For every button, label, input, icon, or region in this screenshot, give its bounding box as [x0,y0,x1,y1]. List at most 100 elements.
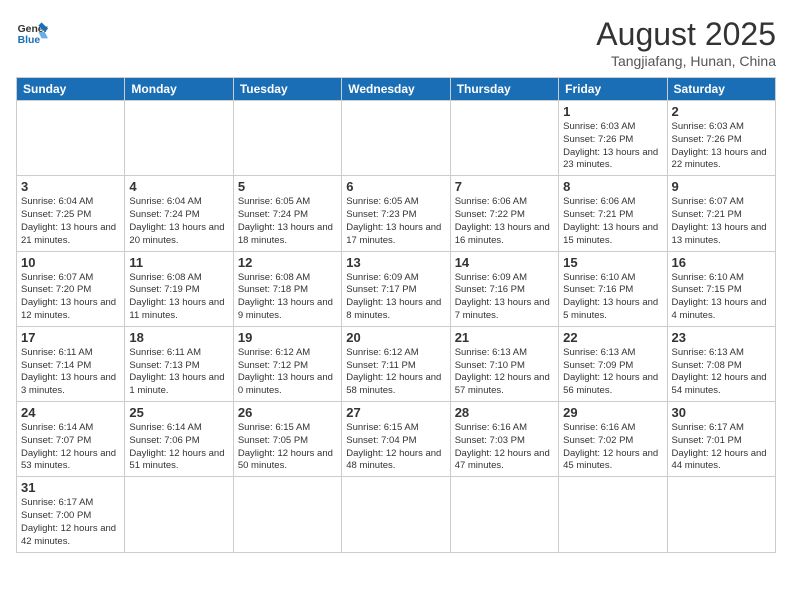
logo-icon: General Blue [16,16,48,48]
day-info: Sunrise: 6:09 AM Sunset: 7:16 PM Dayligh… [455,272,554,323]
calendar-cell-1-2: 5 Sunrise: 6:05 AM Sunset: 7:24 PM Daylig… [233,176,341,251]
day-info: Sunrise: 6:07 AM Sunset: 7:21 PM Dayligh… [672,196,771,247]
day-info: Sunrise: 6:17 AM Sunset: 7:01 PM Dayligh… [672,422,771,473]
calendar-cell-4-1: 25 Sunrise: 6:14 AM Sunset: 7:06 PM Dayli… [125,402,233,477]
calendar-cell-4-6: 30 Sunrise: 6:17 AM Sunset: 7:01 PM Dayli… [667,402,775,477]
day-number: 10 [21,255,120,270]
calendar-cell-2-4: 14 Sunrise: 6:09 AM Sunset: 7:16 PM Dayli… [450,251,558,326]
day-number: 21 [455,330,554,345]
calendar-week-row-0: 1 Sunrise: 6:03 AM Sunset: 7:26 PM Daylig… [17,101,776,176]
day-info: Sunrise: 6:13 AM Sunset: 7:09 PM Dayligh… [563,347,662,398]
weekday-header-thursday: Thursday [450,78,558,101]
weekday-header-tuesday: Tuesday [233,78,341,101]
day-number: 12 [238,255,337,270]
day-info: Sunrise: 6:08 AM Sunset: 7:18 PM Dayligh… [238,272,337,323]
calendar-cell-0-3 [342,101,450,176]
weekday-header-wednesday: Wednesday [342,78,450,101]
day-number: 4 [129,179,228,194]
day-number: 14 [455,255,554,270]
day-number: 20 [346,330,445,345]
day-info: Sunrise: 6:16 AM Sunset: 7:03 PM Dayligh… [455,422,554,473]
day-info: Sunrise: 6:14 AM Sunset: 7:07 PM Dayligh… [21,422,120,473]
calendar-cell-1-5: 8 Sunrise: 6:06 AM Sunset: 7:21 PM Daylig… [559,176,667,251]
day-number: 30 [672,405,771,420]
calendar-cell-0-5: 1Sunrise: 6:03 AM Sunset: 7:26 PM Daylig… [559,101,667,176]
calendar-cell-4-2: 26Sunrise: 6:15 AM Sunset: 7:05 PM Dayli… [233,402,341,477]
day-number: 25 [129,405,228,420]
day-info: Sunrise: 6:15 AM Sunset: 7:04 PM Dayligh… [346,422,445,473]
calendar-cell-2-6: 16Sunrise: 6:10 AM Sunset: 7:15 PM Dayli… [667,251,775,326]
calendar-cell-3-5: 22 Sunrise: 6:13 AM Sunset: 7:09 PM Dayli… [559,326,667,401]
day-number: 28 [455,405,554,420]
day-info: Sunrise: 6:15 AM Sunset: 7:05 PM Dayligh… [238,422,337,473]
day-number: 6 [346,179,445,194]
day-number: 1 [563,104,662,119]
day-info: Sunrise: 6:03 AM Sunset: 7:26 PM Dayligh… [672,121,771,172]
location-subtitle: Tangjiafang, Hunan, China [596,53,776,69]
title-block: August 2025 Tangjiafang, Hunan, China [596,16,776,69]
calendar-cell-0-1 [125,101,233,176]
calendar-cell-3-3: 20 Sunrise: 6:12 AM Sunset: 7:11 PM Dayli… [342,326,450,401]
calendar-cell-5-6 [667,477,775,552]
day-number: 22 [563,330,662,345]
header-area: General Blue August 2025 Tangjiafang, Hu… [16,16,776,69]
day-info: Sunrise: 6:12 AM Sunset: 7:11 PM Dayligh… [346,347,445,398]
day-info: Sunrise: 6:05 AM Sunset: 7:24 PM Dayligh… [238,196,337,247]
calendar-cell-5-5 [559,477,667,552]
day-info: Sunrise: 6:11 AM Sunset: 7:14 PM Dayligh… [21,347,120,398]
calendar-week-row-2: 10 Sunrise: 6:07 AM Sunset: 7:20 PM Dayli… [17,251,776,326]
day-info: Sunrise: 6:06 AM Sunset: 7:22 PM Dayligh… [455,196,554,247]
calendar-cell-5-2 [233,477,341,552]
calendar-cell-2-0: 10 Sunrise: 6:07 AM Sunset: 7:20 PM Dayli… [17,251,125,326]
calendar-cell-0-6: 2 Sunrise: 6:03 AM Sunset: 7:26 PM Daylig… [667,101,775,176]
calendar-cell-0-2 [233,101,341,176]
calendar-week-row-4: 24Sunrise: 6:14 AM Sunset: 7:07 PM Dayli… [17,402,776,477]
day-info: Sunrise: 6:08 AM Sunset: 7:19 PM Dayligh… [129,272,228,323]
calendar-week-row-1: 3Sunrise: 6:04 AM Sunset: 7:25 PM Daylig… [17,176,776,251]
calendar-cell-4-0: 24Sunrise: 6:14 AM Sunset: 7:07 PM Dayli… [17,402,125,477]
day-info: Sunrise: 6:17 AM Sunset: 7:00 PM Dayligh… [21,497,120,548]
day-number: 7 [455,179,554,194]
day-info: Sunrise: 6:06 AM Sunset: 7:21 PM Dayligh… [563,196,662,247]
calendar-cell-2-3: 13Sunrise: 6:09 AM Sunset: 7:17 PM Dayli… [342,251,450,326]
calendar-cell-5-1 [125,477,233,552]
svg-text:Blue: Blue [18,35,41,46]
day-info: Sunrise: 6:13 AM Sunset: 7:10 PM Dayligh… [455,347,554,398]
day-number: 27 [346,405,445,420]
day-number: 9 [672,179,771,194]
day-number: 31 [21,480,120,495]
calendar-cell-0-4 [450,101,558,176]
calendar-cell-4-3: 27 Sunrise: 6:15 AM Sunset: 7:04 PM Dayli… [342,402,450,477]
day-number: 29 [563,405,662,420]
calendar-cell-2-5: 15Sunrise: 6:10 AM Sunset: 7:16 PM Dayli… [559,251,667,326]
day-info: Sunrise: 6:07 AM Sunset: 7:20 PM Dayligh… [21,272,120,323]
page: General Blue August 2025 Tangjiafang, Hu… [0,0,792,612]
day-number: 23 [672,330,771,345]
day-number: 2 [672,104,771,119]
calendar-week-row-5: 31 Sunrise: 6:17 AM Sunset: 7:00 PM Dayli… [17,477,776,552]
day-info: Sunrise: 6:14 AM Sunset: 7:06 PM Dayligh… [129,422,228,473]
weekday-header-saturday: Saturday [667,78,775,101]
day-info: Sunrise: 6:13 AM Sunset: 7:08 PM Dayligh… [672,347,771,398]
day-number: 5 [238,179,337,194]
day-info: Sunrise: 6:16 AM Sunset: 7:02 PM Dayligh… [563,422,662,473]
calendar-cell-1-1: 4 Sunrise: 6:04 AM Sunset: 7:24 PM Daylig… [125,176,233,251]
calendar-cell-3-2: 19 Sunrise: 6:12 AM Sunset: 7:12 PM Dayli… [233,326,341,401]
day-info: Sunrise: 6:05 AM Sunset: 7:23 PM Dayligh… [346,196,445,247]
day-number: 8 [563,179,662,194]
day-info: Sunrise: 6:04 AM Sunset: 7:25 PM Dayligh… [21,196,120,247]
day-number: 16 [672,255,771,270]
day-info: Sunrise: 6:12 AM Sunset: 7:12 PM Dayligh… [238,347,337,398]
day-number: 11 [129,255,228,270]
calendar-cell-1-3: 6 Sunrise: 6:05 AM Sunset: 7:23 PM Daylig… [342,176,450,251]
calendar-cell-5-3 [342,477,450,552]
weekday-header-sunday: Sunday [17,78,125,101]
calendar-cell-4-4: 28 Sunrise: 6:16 AM Sunset: 7:03 PM Dayli… [450,402,558,477]
day-number: 19 [238,330,337,345]
calendar-cell-3-1: 18Sunrise: 6:11 AM Sunset: 7:13 PM Dayli… [125,326,233,401]
calendar-cell-4-5: 29 Sunrise: 6:16 AM Sunset: 7:02 PM Dayli… [559,402,667,477]
weekday-header-friday: Friday [559,78,667,101]
day-number: 15 [563,255,662,270]
day-info: Sunrise: 6:04 AM Sunset: 7:24 PM Dayligh… [129,196,228,247]
calendar-week-row-3: 17Sunrise: 6:11 AM Sunset: 7:14 PM Dayli… [17,326,776,401]
